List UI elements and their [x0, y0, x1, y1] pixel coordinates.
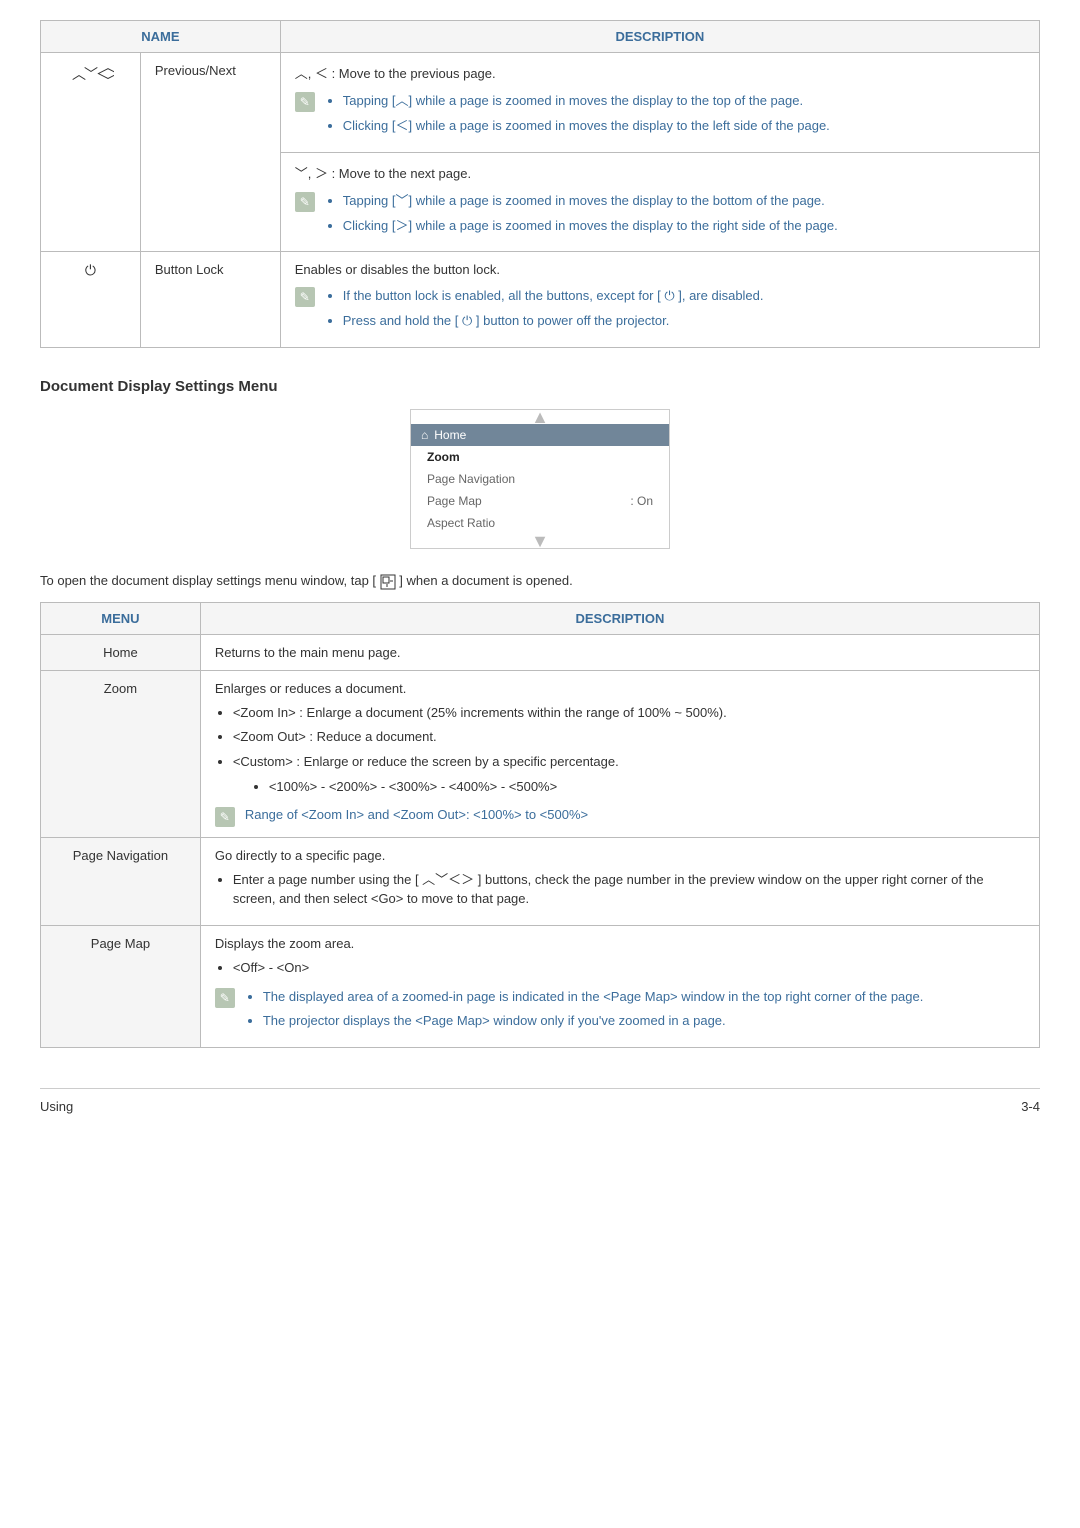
page-nav-title: Go directly to a specific page.	[215, 848, 1025, 863]
button-lock-desc: Enables or disables the button lock. If …	[280, 252, 1039, 348]
zoom-custom-values: <100%> - <200%> - <300%> - <400%> - <500…	[269, 778, 1025, 797]
note-icon	[215, 807, 235, 827]
next-note-b: Clicking [＞] while a page is zoomed in m…	[343, 217, 838, 236]
note-icon	[295, 192, 315, 212]
page-map-options: <Off> - <On>	[233, 959, 1025, 978]
triangle-down-icon: ▼	[411, 534, 669, 548]
menu-home-row: ⌂ Home	[411, 424, 669, 446]
page-nav-item: Enter a page number using the [ ︿﹀＜＞ ] b…	[233, 871, 1025, 909]
footer-right: 3-4	[1021, 1099, 1040, 1114]
prev-next-label: Previous/Next	[140, 53, 280, 252]
page-map-title: Displays the zoom area.	[215, 936, 1025, 951]
page-footer: Using 3-4	[40, 1088, 1040, 1114]
arrow-cluster-icon: ︿ ﹀ ＜ ＞	[41, 53, 141, 252]
triangle-up-icon: ▲	[411, 410, 669, 424]
menu-screenshot: ▲ ⌂ Home Zoom Page Navigation Page Map :…	[410, 409, 670, 549]
col-menu: MENU	[41, 602, 201, 634]
power-icon: ⏻	[41, 252, 141, 348]
page-map-note-a: The displayed area of a zoomed-in page i…	[263, 988, 924, 1007]
tap-instruction: To open the document display settings me…	[40, 573, 1040, 590]
zoom-title: Enlarges or reduces a document.	[215, 681, 1025, 696]
col-name: NAME	[41, 21, 281, 53]
prev-title: ︿, ＜ : Move to the previous page.	[295, 63, 1025, 82]
zoom-label: Zoom	[41, 670, 201, 837]
home-icon: ⌂	[421, 428, 428, 442]
menu-page-nav: Page Navigation	[411, 468, 669, 490]
col-desc: DESCRIPTION	[280, 21, 1039, 53]
menu-home-label: Home	[434, 428, 466, 442]
next-title: ﹀, ＞ : Move to the next page.	[295, 163, 1025, 182]
note-icon	[295, 287, 315, 307]
lock-note-a: If the button lock is enabled, all the b…	[343, 287, 764, 306]
page-nav-desc: Go directly to a specific page. Enter a …	[200, 838, 1039, 926]
menu-zoom: Zoom	[411, 446, 669, 468]
zoom-desc: Enlarges or reduces a document. <Zoom In…	[200, 670, 1039, 837]
next-desc: ﹀, ＞ : Move to the next page. Tapping [﹀…	[280, 152, 1039, 252]
zoom-out: <Zoom Out> : Reduce a document.	[233, 728, 1025, 747]
footer-left: Using	[40, 1099, 73, 1114]
note-icon	[215, 988, 235, 1008]
button-lock-title: Enables or disables the button lock.	[295, 262, 1025, 277]
lock-note-b: Press and hold the [ ⏻ ] button to power…	[343, 312, 764, 331]
button-lock-label: Button Lock	[140, 252, 280, 348]
menu-page-map: Page Map : On	[411, 490, 669, 512]
prev-note-b: Clicking [＜] while a page is zoomed in m…	[343, 117, 830, 136]
page-map-label: Page Map	[41, 925, 201, 1048]
next-note-a: Tapping [﹀] while a page is zoomed in mo…	[343, 192, 838, 211]
zoom-in: <Zoom In> : Enlarge a document (25% incr…	[233, 704, 1025, 723]
note-icon	[295, 92, 315, 112]
home-label: Home	[41, 634, 201, 670]
prev-note-a: Tapping [︿] while a page is zoomed in mo…	[343, 92, 830, 111]
prev-desc: ︿, ＜ : Move to the previous page. Tappin…	[280, 53, 1039, 153]
menu-table: MENU DESCRIPTION Home Returns to the mai…	[40, 602, 1040, 1049]
page-map-note-b: The projector displays the <Page Map> wi…	[263, 1012, 924, 1031]
zoom-custom: <Custom> : Enlarge or reduce the screen …	[233, 753, 1025, 797]
col-desc: DESCRIPTION	[200, 602, 1039, 634]
svg-text:＞: ＞	[106, 66, 114, 82]
zoom-range-note: Range of <Zoom In> and <Zoom Out>: <100%…	[245, 807, 588, 822]
page-map-desc: Displays the zoom area. <Off> - <On> The…	[200, 925, 1039, 1048]
section-title: Document Display Settings Menu	[40, 378, 1040, 395]
menu-square-icon	[380, 574, 396, 590]
buttons-table: NAME DESCRIPTION ︿ ﹀ ＜ ＞ Previous/Next ︿…	[40, 20, 1040, 348]
home-desc: Returns to the main menu page.	[200, 634, 1039, 670]
page-nav-label: Page Navigation	[41, 838, 201, 926]
